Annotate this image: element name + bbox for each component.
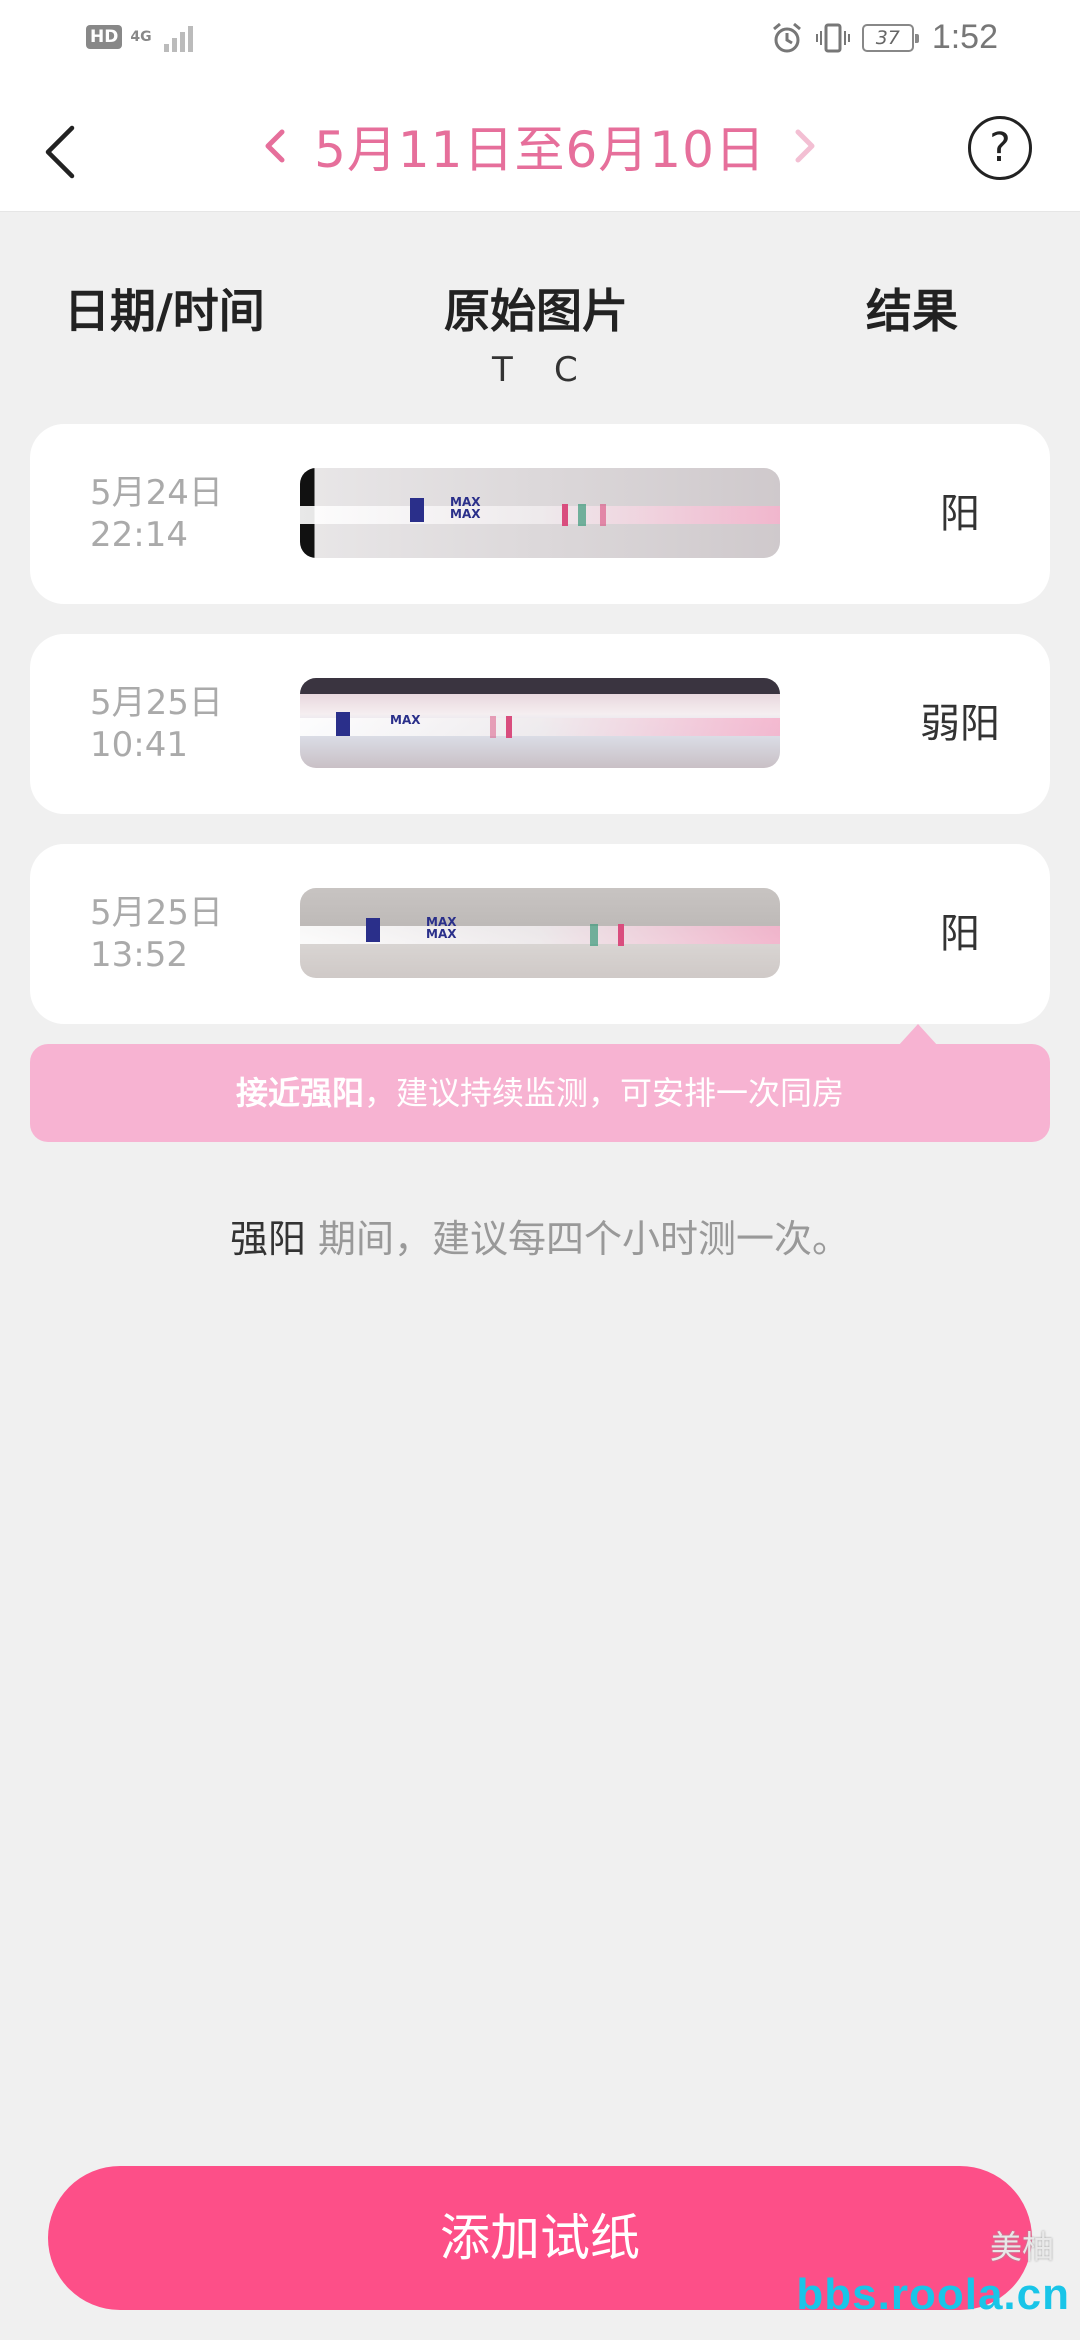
record-time: 22:14 <box>90 515 188 555</box>
top-nav: 5月11日至6月10日 ? <box>0 80 1080 212</box>
watermark-site: bbs.roola.cn <box>796 2270 1070 2319</box>
record-date: 5月25日 <box>90 683 223 723</box>
tip-text: ，建议持续监测，可安排一次同房 <box>364 1074 845 1112</box>
watermark-brand: 美柚 <box>989 2228 1054 2266</box>
date-range-label: 5月11日至6月10日 <box>314 121 766 179</box>
record-result: 阳 <box>940 911 980 957</box>
column-header-image: 原始图片 <box>444 284 628 338</box>
record-datetime: 5月24日 22:14 <box>90 472 223 556</box>
tc-labels: TC <box>492 350 616 390</box>
test-strip-image[interactable]: MAX MAX <box>300 888 780 978</box>
test-strip-image[interactable]: MAX MAX <box>300 468 780 558</box>
battery-icon: 37 <box>861 23 919 52</box>
status-left: HD 4G <box>86 22 194 52</box>
tip-bold: 接近强阳 <box>235 1074 364 1112</box>
test-record-row[interactable]: 5月24日 22:14 MAX MAX 阳 <box>30 424 1050 604</box>
date-range-switcher: 5月11日至6月10日 <box>0 110 1080 182</box>
record-datetime: 5月25日 13:52 <box>90 892 223 976</box>
clock: 1:52 <box>931 18 998 56</box>
alarm-icon <box>772 22 801 52</box>
advice-text: 强阳 期间，建议每四个小时测一次。 <box>0 1208 1080 1263</box>
c-label: C <box>554 350 578 390</box>
signal-icon <box>164 22 194 52</box>
record-datetime: 5月25日 10:41 <box>90 682 223 766</box>
record-time: 13:52 <box>90 935 188 975</box>
network-type: 4G <box>130 29 152 45</box>
column-header-result: 结果 <box>866 284 958 338</box>
column-header-date: 日期/时间 <box>64 284 265 338</box>
next-range-icon[interactable] <box>788 124 822 168</box>
hd-badge: HD <box>86 25 123 49</box>
advice-highlight: 强阳 <box>229 1217 306 1261</box>
test-record-row[interactable]: 5月25日 13:52 MAX MAX 阳 <box>30 844 1050 1024</box>
status-right: 37 1:52 <box>770 18 998 57</box>
status-bar: HD 4G 37 1:52 <box>0 0 1080 80</box>
prev-range-icon[interactable] <box>258 124 292 168</box>
tip-pointer <box>898 1024 938 1046</box>
test-strip-image[interactable]: MAX <box>300 678 780 768</box>
result-tip: 接近强阳，建议持续监测，可安排一次同房 <box>30 1044 1050 1142</box>
record-date: 5月25日 <box>90 893 223 933</box>
record-result: 阳 <box>940 491 980 537</box>
advice-rest: 期间，建议每四个小时测一次。 <box>305 1217 851 1261</box>
vibrate-icon <box>815 23 850 52</box>
help-icon[interactable]: ? <box>968 116 1032 180</box>
t-label: T <box>492 350 513 390</box>
record-date: 5月24日 <box>90 473 223 513</box>
test-record-row[interactable]: 5月25日 10:41 MAX 弱阳 <box>30 634 1050 814</box>
record-result: 弱阳 <box>920 701 1000 747</box>
record-time: 10:41 <box>90 725 188 765</box>
